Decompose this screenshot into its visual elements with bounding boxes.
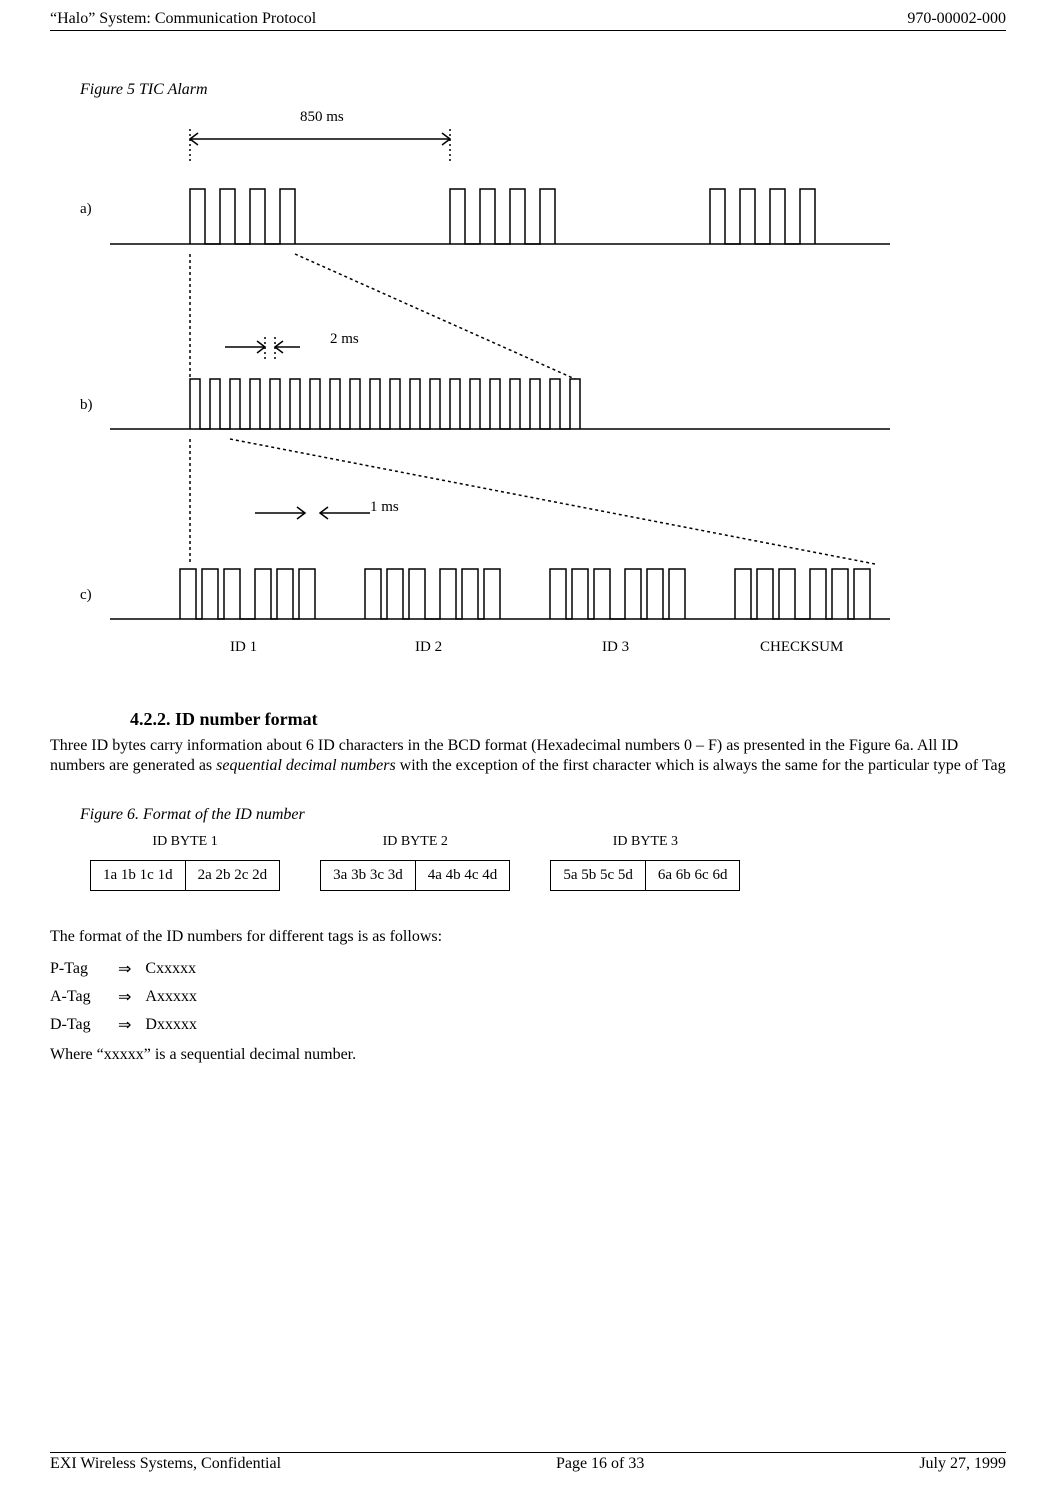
- tag-value-p: Cxxxxx: [145, 960, 196, 978]
- page-footer: EXI Wireless Systems, Confidential Page …: [50, 1452, 1006, 1473]
- id-byte-2-cell-1: 4a 4b 4c 4d: [415, 861, 510, 890]
- header-left: “Halo” System: Communication Protocol: [50, 10, 316, 28]
- id-byte-1-cell-1: 2a 2b 2c 2d: [185, 861, 280, 890]
- tagfmt-note: Where “xxxxx” is a sequential decimal nu…: [50, 1045, 1006, 1065]
- para-seg-c: with the exception of the first characte…: [396, 757, 1006, 774]
- tagfmt-row-d: D-Tag ⇒ Dxxxxx: [50, 1015, 1006, 1035]
- tagfmt-intro: The format of the ID numbers for differe…: [50, 927, 1006, 947]
- id-byte-1-title: ID BYTE 1: [90, 834, 280, 850]
- id-byte-2-title: ID BYTE 2: [320, 834, 510, 850]
- figure5-caption: Figure 5 TIC Alarm: [80, 81, 1006, 99]
- label-1ms: 1 ms: [370, 499, 399, 516]
- arrow-icon: ⇒: [118, 987, 131, 1007]
- id-byte-3-title: ID BYTE 3: [550, 834, 740, 850]
- header-right: 970-00002-000: [907, 10, 1006, 28]
- label-id3: ID 3: [602, 639, 629, 656]
- tagfmt-row-a: A-Tag ⇒ Axxxxx: [50, 987, 1006, 1007]
- tag-name-a: A-Tag: [50, 988, 104, 1006]
- id-byte-1: ID BYTE 1 1a 1b 1c 1d 2a 2b 2c 2d: [90, 834, 280, 891]
- id-byte-2-cell-0: 3a 3b 3c 3d: [321, 861, 415, 890]
- page-header: “Halo” System: Communication Protocol 97…: [50, 10, 1006, 31]
- para-id-format: Three ID bytes carry information about 6…: [50, 736, 1006, 776]
- footer-left: EXI Wireless Systems, Confidential: [50, 1455, 281, 1473]
- label-850ms: 850 ms: [300, 109, 344, 126]
- tag-value-d: Dxxxxx: [145, 1016, 197, 1034]
- label-a: a): [80, 201, 92, 218]
- id-byte-2: ID BYTE 2 3a 3b 3c 3d 4a 4b 4c 4d: [320, 834, 510, 891]
- arrow-icon: ⇒: [118, 1015, 131, 1035]
- para-seg-b: sequential decimal numbers: [216, 757, 396, 774]
- id-byte-1-cell-0: 1a 1b 1c 1d: [91, 861, 185, 890]
- label-id1: ID 1: [230, 639, 257, 656]
- figure6-caption: Figure 6. Format of the ID number: [80, 806, 1006, 824]
- id-byte-3-cell-1: 6a 6b 6c 6d: [645, 861, 740, 890]
- label-2ms: 2 ms: [330, 331, 359, 348]
- label-id2: ID 2: [415, 639, 442, 656]
- label-checksum: CHECKSUM: [760, 639, 843, 656]
- tag-name-d: D-Tag: [50, 1016, 104, 1034]
- arrow-icon: ⇒: [118, 959, 131, 979]
- footer-right: July 27, 1999: [919, 1455, 1006, 1473]
- tag-name-p: P-Tag: [50, 960, 104, 978]
- id-byte-3: ID BYTE 3 5a 5b 5c 5d 6a 6b 6c 6d: [550, 834, 740, 891]
- tag-value-a: Axxxxx: [145, 988, 197, 1006]
- tagfmt-row-p: P-Tag ⇒ Cxxxxx: [50, 959, 1006, 979]
- footer-center: Page 16 of 33: [556, 1455, 644, 1473]
- id-byte-3-cell-0: 5a 5b 5c 5d: [551, 861, 645, 890]
- label-c: c): [80, 587, 92, 604]
- section-heading-id-format: 4.2.2. ID number format: [130, 709, 1006, 730]
- label-b: b): [80, 397, 93, 414]
- figure5-diagram: 850 ms a) 2 ms b) 1 ms c) ID 1 ID 2 ID 3…: [80, 109, 996, 679]
- id-byte-row: ID BYTE 1 1a 1b 1c 1d 2a 2b 2c 2d ID BYT…: [90, 834, 1006, 891]
